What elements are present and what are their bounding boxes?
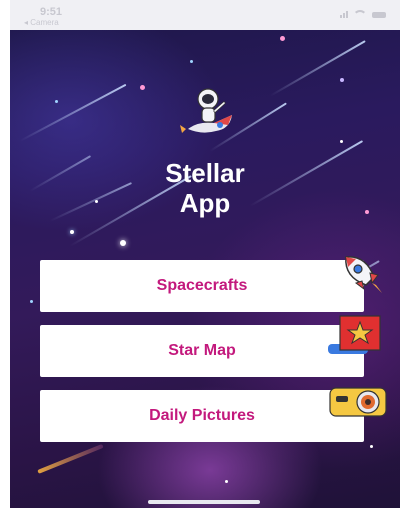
battery-icon [372, 11, 386, 18]
daily-pictures-button[interactable]: Daily Pictures [40, 390, 364, 442]
camera-icon [328, 384, 388, 425]
home-indicator[interactable] [148, 500, 260, 504]
app-title-line1: Stellar [165, 158, 245, 188]
app-screen: Stellar App Spacecrafts Star Map Daily P… [10, 0, 400, 508]
wifi-icon [353, 10, 367, 19]
app-title-line2: App [179, 188, 231, 218]
back-to-camera-link[interactable]: ◂ Camera [24, 18, 59, 27]
status-bar: 9:51 ◂ Camera [10, 0, 400, 30]
signal-icon [340, 11, 348, 18]
status-time: 9:51 [40, 6, 63, 18]
status-icons [340, 10, 386, 19]
rocket-icon [336, 247, 386, 302]
astronaut-rocket-illustration [180, 85, 240, 145]
star-map-icon [326, 314, 386, 367]
spacecrafts-button[interactable]: Spacecrafts [40, 260, 364, 312]
star-map-button[interactable]: Star Map [40, 325, 364, 377]
